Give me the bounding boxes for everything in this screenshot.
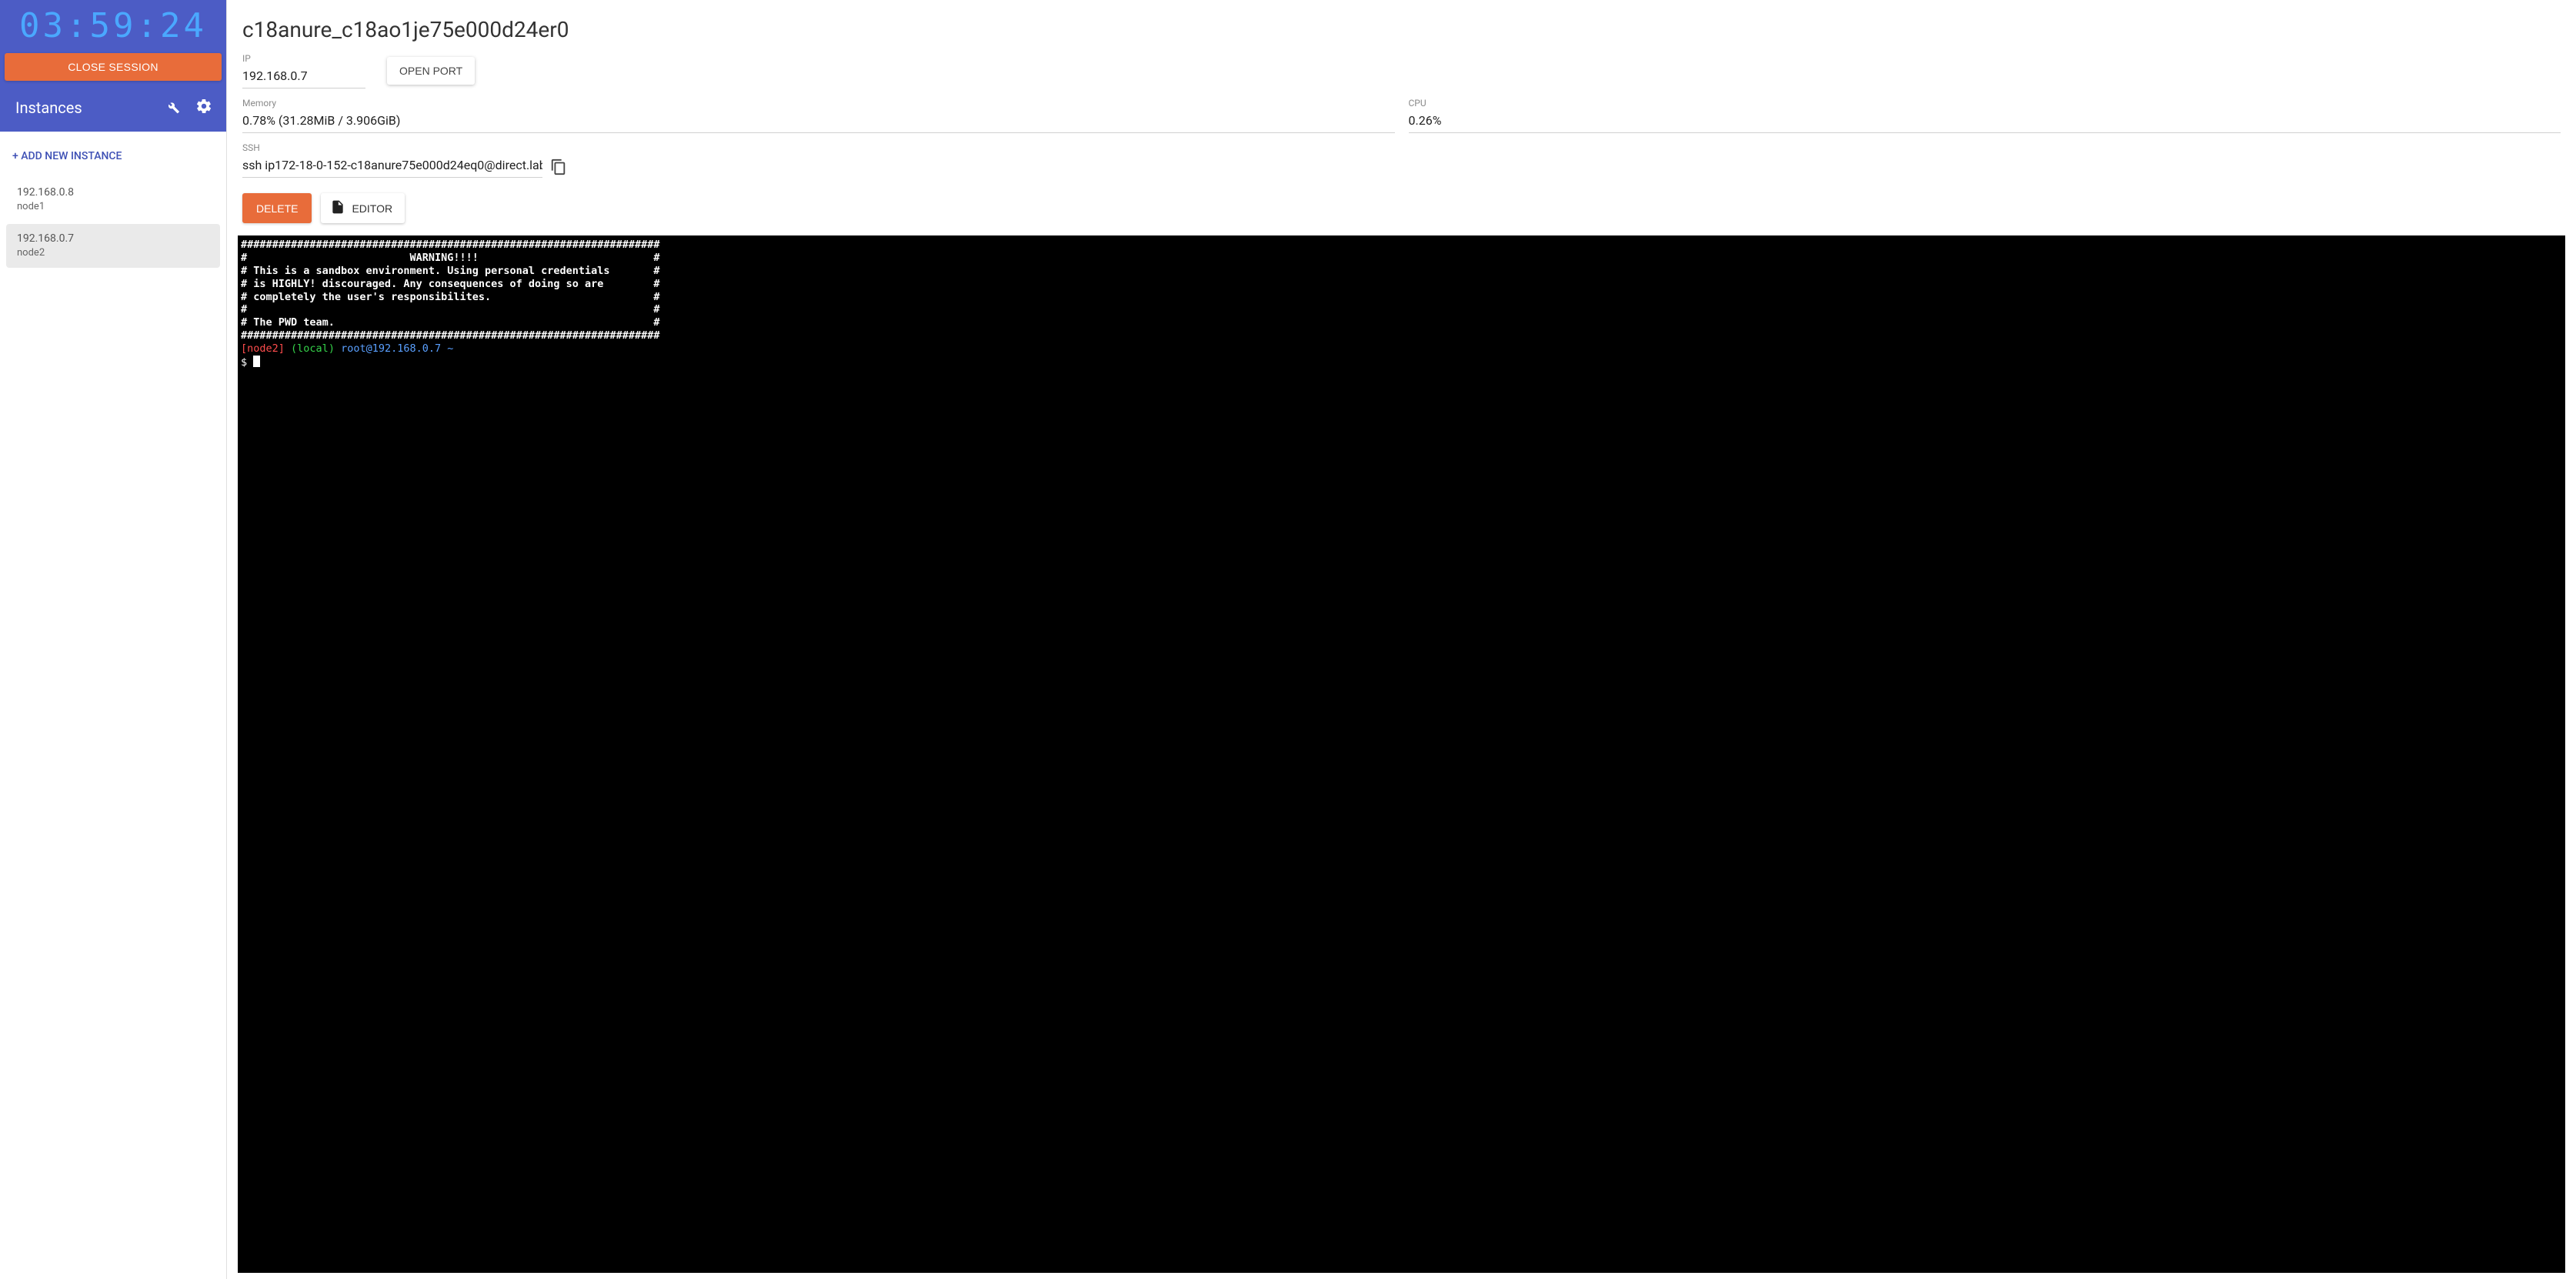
instance-details: IP OPEN PORT Memory 0.78% (31.28MiB / 3.… xyxy=(238,53,2565,182)
add-instance-button[interactable]: + ADD NEW INSTANCE xyxy=(0,142,226,178)
ip-input[interactable] xyxy=(242,65,365,88)
close-session-button[interactable]: CLOSE SESSION xyxy=(5,53,222,81)
file-icon xyxy=(330,199,345,217)
copy-icon xyxy=(550,166,567,178)
sidebar-body: + ADD NEW INSTANCE 192.168.0.8 node1 192… xyxy=(0,132,226,1279)
main: c18anure_c18ao1je75e000d24er0 IP OPEN PO… xyxy=(227,0,2576,1279)
memory-label: Memory xyxy=(242,98,1395,109)
ssh-field: SSH xyxy=(242,142,542,178)
instance-ip: 192.168.0.8 xyxy=(17,185,209,200)
instance-ip: 192.168.0.7 xyxy=(17,232,209,246)
cpu-value: 0.26% xyxy=(1409,110,2561,133)
session-timer: 03:59:24 xyxy=(0,0,226,50)
instance-name: node2 xyxy=(17,246,209,260)
delete-button[interactable]: DELETE xyxy=(242,193,312,223)
wrench-icon[interactable] xyxy=(163,98,180,118)
action-row: DELETE EDITOR xyxy=(238,182,2565,232)
sidebar-header: 03:59:24 CLOSE SESSION Instances xyxy=(0,0,226,132)
copy-ssh-button[interactable] xyxy=(550,159,567,182)
terminal[interactable]: ########################################… xyxy=(238,235,2565,1273)
instances-title: Instances xyxy=(15,99,82,117)
ssh-label: SSH xyxy=(242,142,542,153)
instance-list: 192.168.0.8 node1 192.168.0.7 node2 xyxy=(0,178,226,268)
open-port-button[interactable]: OPEN PORT xyxy=(387,57,475,85)
editor-button[interactable]: EDITOR xyxy=(321,193,405,223)
cpu-field: CPU 0.26% xyxy=(1409,98,2561,133)
ssh-input[interactable] xyxy=(242,155,542,178)
instance-item-node1[interactable]: 192.168.0.8 node1 xyxy=(6,178,220,221)
cpu-label: CPU xyxy=(1409,98,2561,109)
memory-field: Memory 0.78% (31.28MiB / 3.906GiB) xyxy=(242,98,1395,133)
ip-label: IP xyxy=(242,53,365,64)
ip-field: IP xyxy=(242,53,365,88)
instance-name: node1 xyxy=(17,200,209,214)
instances-header: Instances xyxy=(0,87,226,132)
page-title: c18anure_c18ao1je75e000d24er0 xyxy=(238,0,2565,53)
instance-item-node2[interactable]: 192.168.0.7 node2 xyxy=(6,224,220,267)
gear-icon[interactable] xyxy=(195,98,212,118)
editor-label: EDITOR xyxy=(352,202,392,215)
memory-value: 0.78% (31.28MiB / 3.906GiB) xyxy=(242,110,1395,133)
sidebar: 03:59:24 CLOSE SESSION Instances + ADD N… xyxy=(0,0,227,1279)
